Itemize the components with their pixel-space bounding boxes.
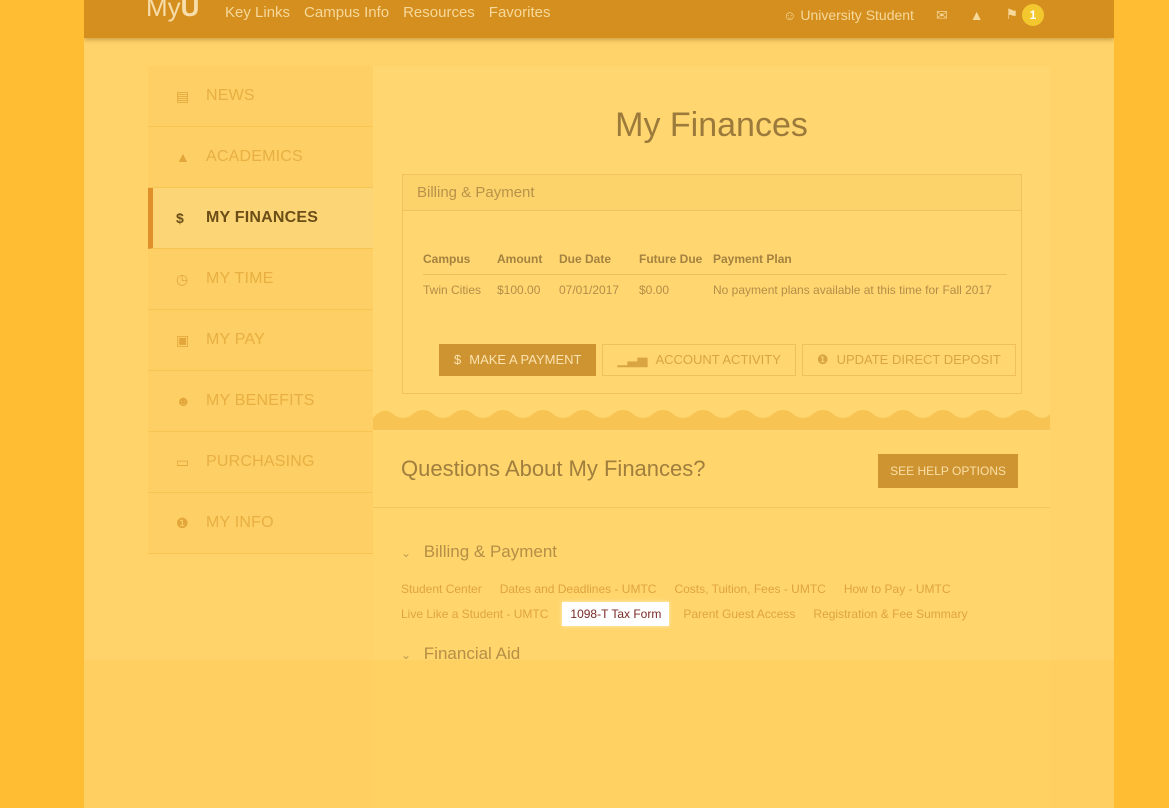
billing-actions: $ MAKE A PAYMENT ▁▃▅ ACCOUNT ACTIVITY ❶ … — [439, 344, 1016, 376]
financial-aid-section-label: Financial Aid — [423, 644, 521, 663]
questions-title: Questions About My Finances? — [401, 456, 706, 481]
billing-links: Student Center Dates and Deadlines - UMT… — [401, 576, 967, 626]
billing-payment-toggle[interactable]: ⌄ Billing & Payment — [401, 542, 557, 562]
brand-logo[interactable]: MyU — [146, 0, 199, 23]
make-payment-button[interactable]: $ MAKE A PAYMENT — [439, 344, 597, 376]
sidebar-item-label: MY PAY — [206, 331, 265, 348]
table-row: Twin Cities $100.00 07/01/2017 $0.00 No … — [423, 275, 1007, 297]
credit-card-icon: ▭ — [176, 453, 190, 470]
questions-header: Questions About My Finances? SEE HELP OP… — [373, 432, 1050, 508]
clock-icon: ◷ — [176, 270, 189, 287]
cell-due-date: 07/01/2017 — [559, 283, 620, 297]
graduation-cap-icon: ▲ — [176, 149, 191, 165]
info-icon: ❶ — [816, 352, 829, 367]
sidebar-item-my-benefits[interactable]: ☻ MY BENEFITS — [148, 371, 373, 432]
update-deposit-label: UPDATE DIRECT DEPOSIT — [836, 352, 1001, 367]
sidebar-item-academics[interactable]: ▲ ACADEMICS — [148, 127, 373, 188]
bar-chart-icon: ▁▃▅ — [617, 352, 648, 367]
link-dates-deadlines[interactable]: Dates and Deadlines - UMTC — [500, 582, 657, 596]
frame-right — [1113, 0, 1169, 808]
user-name: University Student — [800, 7, 914, 23]
user-area: ☺ University Student ✉ ▲ ⚑ 1 — [783, 4, 1044, 26]
notification-badge: 1 — [1022, 4, 1044, 26]
cell-payment-plan: No payment plans available at this time … — [713, 283, 992, 297]
nav-favorites[interactable]: Favorites — [489, 4, 551, 21]
user-icon: ☺ — [783, 8, 797, 23]
account-activity-button[interactable]: ▁▃▅ ACCOUNT ACTIVITY — [602, 344, 796, 376]
link-costs-tuition[interactable]: Costs, Tuition, Fees - UMTC — [674, 582, 825, 596]
sidebar-item-my-pay[interactable]: ▣ MY PAY — [148, 310, 373, 371]
money-icon: ▣ — [176, 331, 190, 348]
top-nav-links: Key Links Campus Info Resources Favorite… — [225, 4, 550, 21]
sidebar-item-label: MY INFO — [206, 514, 274, 531]
info-icon: ❶ — [176, 514, 189, 531]
col-amount: Amount — [497, 252, 543, 266]
mail-icon[interactable]: ✉ — [936, 7, 948, 24]
decorative-wave-divider — [373, 410, 1050, 430]
chevron-down-icon: ⌄ — [401, 648, 412, 662]
link-1098t-tax-form[interactable]: 1098-T Tax Form — [562, 601, 670, 626]
page-title: My Finances — [615, 106, 808, 144]
notifications-button[interactable]: ⚑ 1 — [1006, 4, 1044, 26]
sidebar-item-purchasing[interactable]: ▭ PURCHASING — [148, 432, 373, 493]
col-campus: Campus — [423, 252, 471, 266]
brand-suffix: U — [180, 0, 200, 22]
col-payment-plan: Payment Plan — [713, 252, 792, 266]
links-line-1: Student Center Dates and Deadlines - UMT… — [401, 576, 967, 601]
billing-card-heading: Billing & Payment — [403, 175, 1021, 211]
sidebar-item-label: PURCHASING — [206, 453, 315, 470]
alert-icon[interactable]: ▲ — [970, 7, 984, 23]
sidebar-item-label: MY FINANCES — [206, 209, 319, 226]
app-window: MyU Key Links Campus Info Resources Favo… — [84, 0, 1114, 808]
cell-future-due: $0.00 — [639, 283, 670, 297]
nav-resources[interactable]: Resources — [403, 4, 475, 21]
col-future-due: Future Due — [639, 252, 703, 266]
make-payment-label: MAKE A PAYMENT — [469, 352, 582, 367]
links-line-2: Live Like a Student - UMTC 1098-T Tax Fo… — [401, 601, 967, 626]
account-activity-label: ACCOUNT ACTIVITY — [655, 352, 781, 367]
see-help-options-button[interactable]: SEE HELP OPTIONS — [878, 454, 1018, 488]
nav-campus-info[interactable]: Campus Info — [304, 4, 389, 21]
sidebar-item-label: ACADEMICS — [206, 148, 303, 165]
link-parent-guest-access[interactable]: Parent Guest Access — [683, 607, 795, 621]
link-live-like-student[interactable]: Live Like a Student - UMTC — [401, 607, 548, 621]
link-how-to-pay[interactable]: How to Pay - UMTC — [844, 582, 951, 596]
billing-payment-card: Billing & Payment Campus Amount Due Date… — [402, 174, 1022, 394]
sidebar-item-news[interactable]: ▤ NEWS — [148, 66, 373, 127]
dollar-icon: $ — [176, 210, 184, 226]
billing-payment-section-label: Billing & Payment — [423, 542, 558, 561]
main-content: My Finances Billing & Payment Campus Amo… — [373, 66, 1050, 808]
newspaper-icon: ▤ — [176, 87, 190, 104]
billing-table-header: Campus Amount Due Date Future Due Paymen… — [423, 233, 1007, 275]
frame-left — [0, 0, 84, 808]
dollar-icon: $ — [454, 352, 462, 367]
top-navigation-bar: MyU Key Links Campus Info Resources Favo… — [84, 0, 1114, 38]
sidebar-item-my-info[interactable]: ❶ MY INFO — [148, 493, 373, 554]
questions-section: Questions About My Finances? SEE HELP OP… — [373, 432, 1050, 808]
sidebar-item-label: MY BENEFITS — [206, 392, 315, 409]
update-direct-deposit-button[interactable]: ❶ UPDATE DIRECT DEPOSIT — [801, 344, 1016, 376]
nav-key-links[interactable]: Key Links — [225, 4, 290, 21]
user-plus-icon: ☻ — [176, 393, 191, 409]
link-registration-fee-summary[interactable]: Registration & Fee Summary — [813, 607, 967, 621]
link-student-center[interactable]: Student Center — [401, 582, 482, 596]
sidebar-item-my-time[interactable]: ◷ MY TIME — [148, 249, 373, 310]
sidebar-item-label: MY TIME — [206, 270, 274, 287]
chevron-down-icon: ⌄ — [401, 546, 412, 560]
financial-aid-toggle[interactable]: ⌄ Financial Aid — [401, 644, 520, 664]
sidebar-item-my-finances[interactable]: $ MY FINANCES — [148, 188, 373, 249]
flag-icon: ⚑ — [1005, 6, 1019, 22]
col-due-date: Due Date — [559, 252, 612, 266]
cell-amount: $100.00 — [497, 283, 541, 297]
user-menu[interactable]: ☺ University Student — [783, 7, 914, 23]
cell-campus: Twin Cities — [423, 283, 482, 297]
sidebar-item-label: NEWS — [206, 87, 255, 104]
sidebar: ▤ NEWS ▲ ACADEMICS $ MY FINANCES ◷ MY TI… — [148, 66, 373, 554]
brand-prefix: My — [146, 0, 181, 22]
billing-table: Campus Amount Due Date Future Due Paymen… — [423, 233, 1007, 297]
